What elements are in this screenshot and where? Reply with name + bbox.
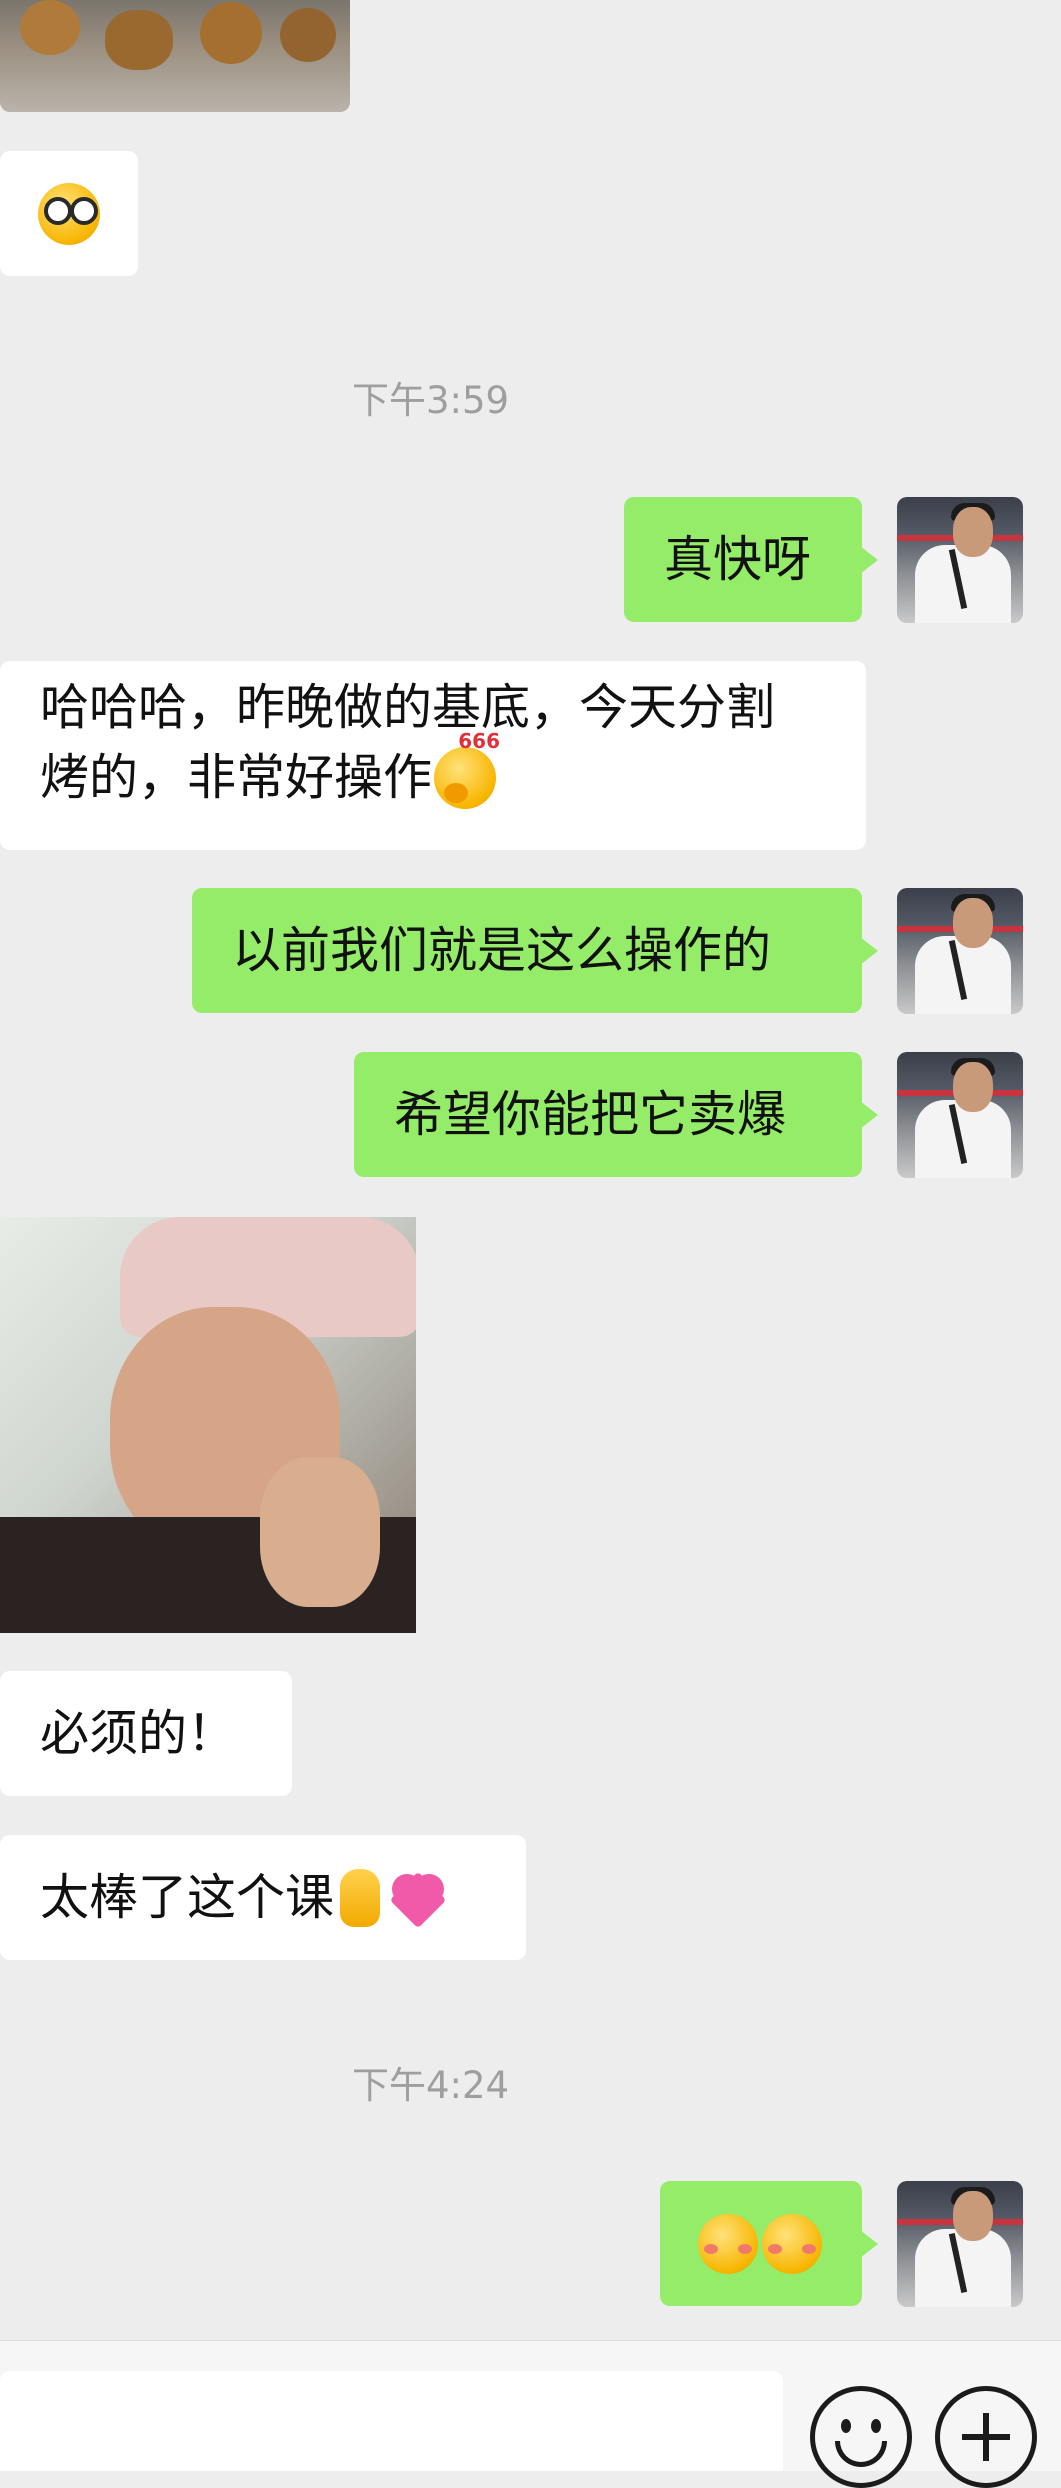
emoji-666-label: 666 xyxy=(458,729,501,753)
blush xyxy=(802,2243,816,2254)
incoming-message-bubble[interactable]: 哈哈哈，昨晚做的基底，今天分割 烤的，非常好操作 666 xyxy=(0,661,866,850)
avatar-coat xyxy=(915,545,1011,623)
message-text-line: 哈哈哈，昨晚做的基底，今天分割 xyxy=(40,679,776,736)
outgoing-emoji-bubble[interactable] xyxy=(660,2181,878,2306)
pink-heart-emoji-icon xyxy=(389,1870,447,1928)
my-avatar[interactable] xyxy=(897,888,1023,1014)
blush xyxy=(768,2243,782,2254)
message-text: 太棒了这个课 xyxy=(40,1868,335,1926)
outgoing-message-bubble[interactable]: 以前我们就是这么操作的 xyxy=(192,888,878,1013)
nerd-pointing-emoji-icon xyxy=(38,182,100,245)
emoji-eye-icon xyxy=(841,2419,851,2433)
message-text: 以前我们就是这么操作的 xyxy=(232,921,772,979)
avatar-face xyxy=(953,507,993,557)
my-avatar[interactable] xyxy=(897,497,1023,623)
more-options-plus-button[interactable] xyxy=(935,2386,1037,2488)
meme-sticker-image[interactable] xyxy=(0,1217,416,1633)
crossed-fingers-emoji-icon xyxy=(340,1868,381,1927)
my-avatar[interactable] xyxy=(897,2181,1023,2307)
emoji-eye-icon xyxy=(871,2419,881,2433)
cookie-shape xyxy=(280,8,336,62)
avatar-face xyxy=(953,1062,993,1112)
blush xyxy=(738,2243,752,2254)
cookie-shape xyxy=(105,10,173,70)
message-text: 必须的！ xyxy=(40,1704,237,1762)
avatar-coat xyxy=(915,2229,1011,2307)
incoming-emoji-bubble[interactable] xyxy=(0,151,138,276)
thinking-666-emoji-icon: 666 xyxy=(434,731,500,809)
timestamp: 下午4:24 xyxy=(351,2064,510,2107)
shy-face-emoji-icon xyxy=(698,2213,758,2274)
message-input[interactable] xyxy=(0,2371,783,2471)
shy-face-emoji-icon xyxy=(762,2213,822,2274)
avatar-face xyxy=(953,898,993,948)
outgoing-message-bubble[interactable]: 真快呀 xyxy=(624,497,878,622)
message-text: 希望你能把它卖爆 xyxy=(394,1085,787,1143)
glasses-icon xyxy=(70,196,98,225)
blush xyxy=(704,2243,718,2254)
chat-input-bar xyxy=(0,2340,1061,2488)
incoming-message-bubble[interactable]: 必须的！ xyxy=(0,1671,292,1796)
message-text: 烤的，非常好操作 xyxy=(40,749,433,806)
plus-icon xyxy=(983,2413,989,2461)
avatar-coat xyxy=(915,1100,1011,1178)
cookie-shape xyxy=(200,2,262,64)
emoji-mouth-icon xyxy=(835,2441,887,2467)
timestamp: 下午3:59 xyxy=(351,379,510,422)
cookies-photo-message[interactable] xyxy=(0,0,350,112)
avatar-face xyxy=(953,2191,993,2241)
emoji-picker-button[interactable] xyxy=(810,2386,912,2488)
glasses-icon xyxy=(44,196,72,225)
sticker-hand xyxy=(260,1457,380,1607)
heart-shape xyxy=(414,1873,445,1904)
my-avatar[interactable] xyxy=(897,1052,1023,1178)
incoming-message-bubble[interactable]: 太棒了这个课 xyxy=(0,1835,526,1960)
outgoing-message-bubble[interactable]: 希望你能把它卖爆 xyxy=(354,1052,878,1177)
message-text: 真快呀 xyxy=(664,530,812,588)
emoji-hand xyxy=(444,783,469,803)
message-text-line: 烤的，非常好操作 666 xyxy=(40,731,826,813)
cookie-shape xyxy=(20,0,80,55)
avatar-coat xyxy=(915,936,1011,1014)
